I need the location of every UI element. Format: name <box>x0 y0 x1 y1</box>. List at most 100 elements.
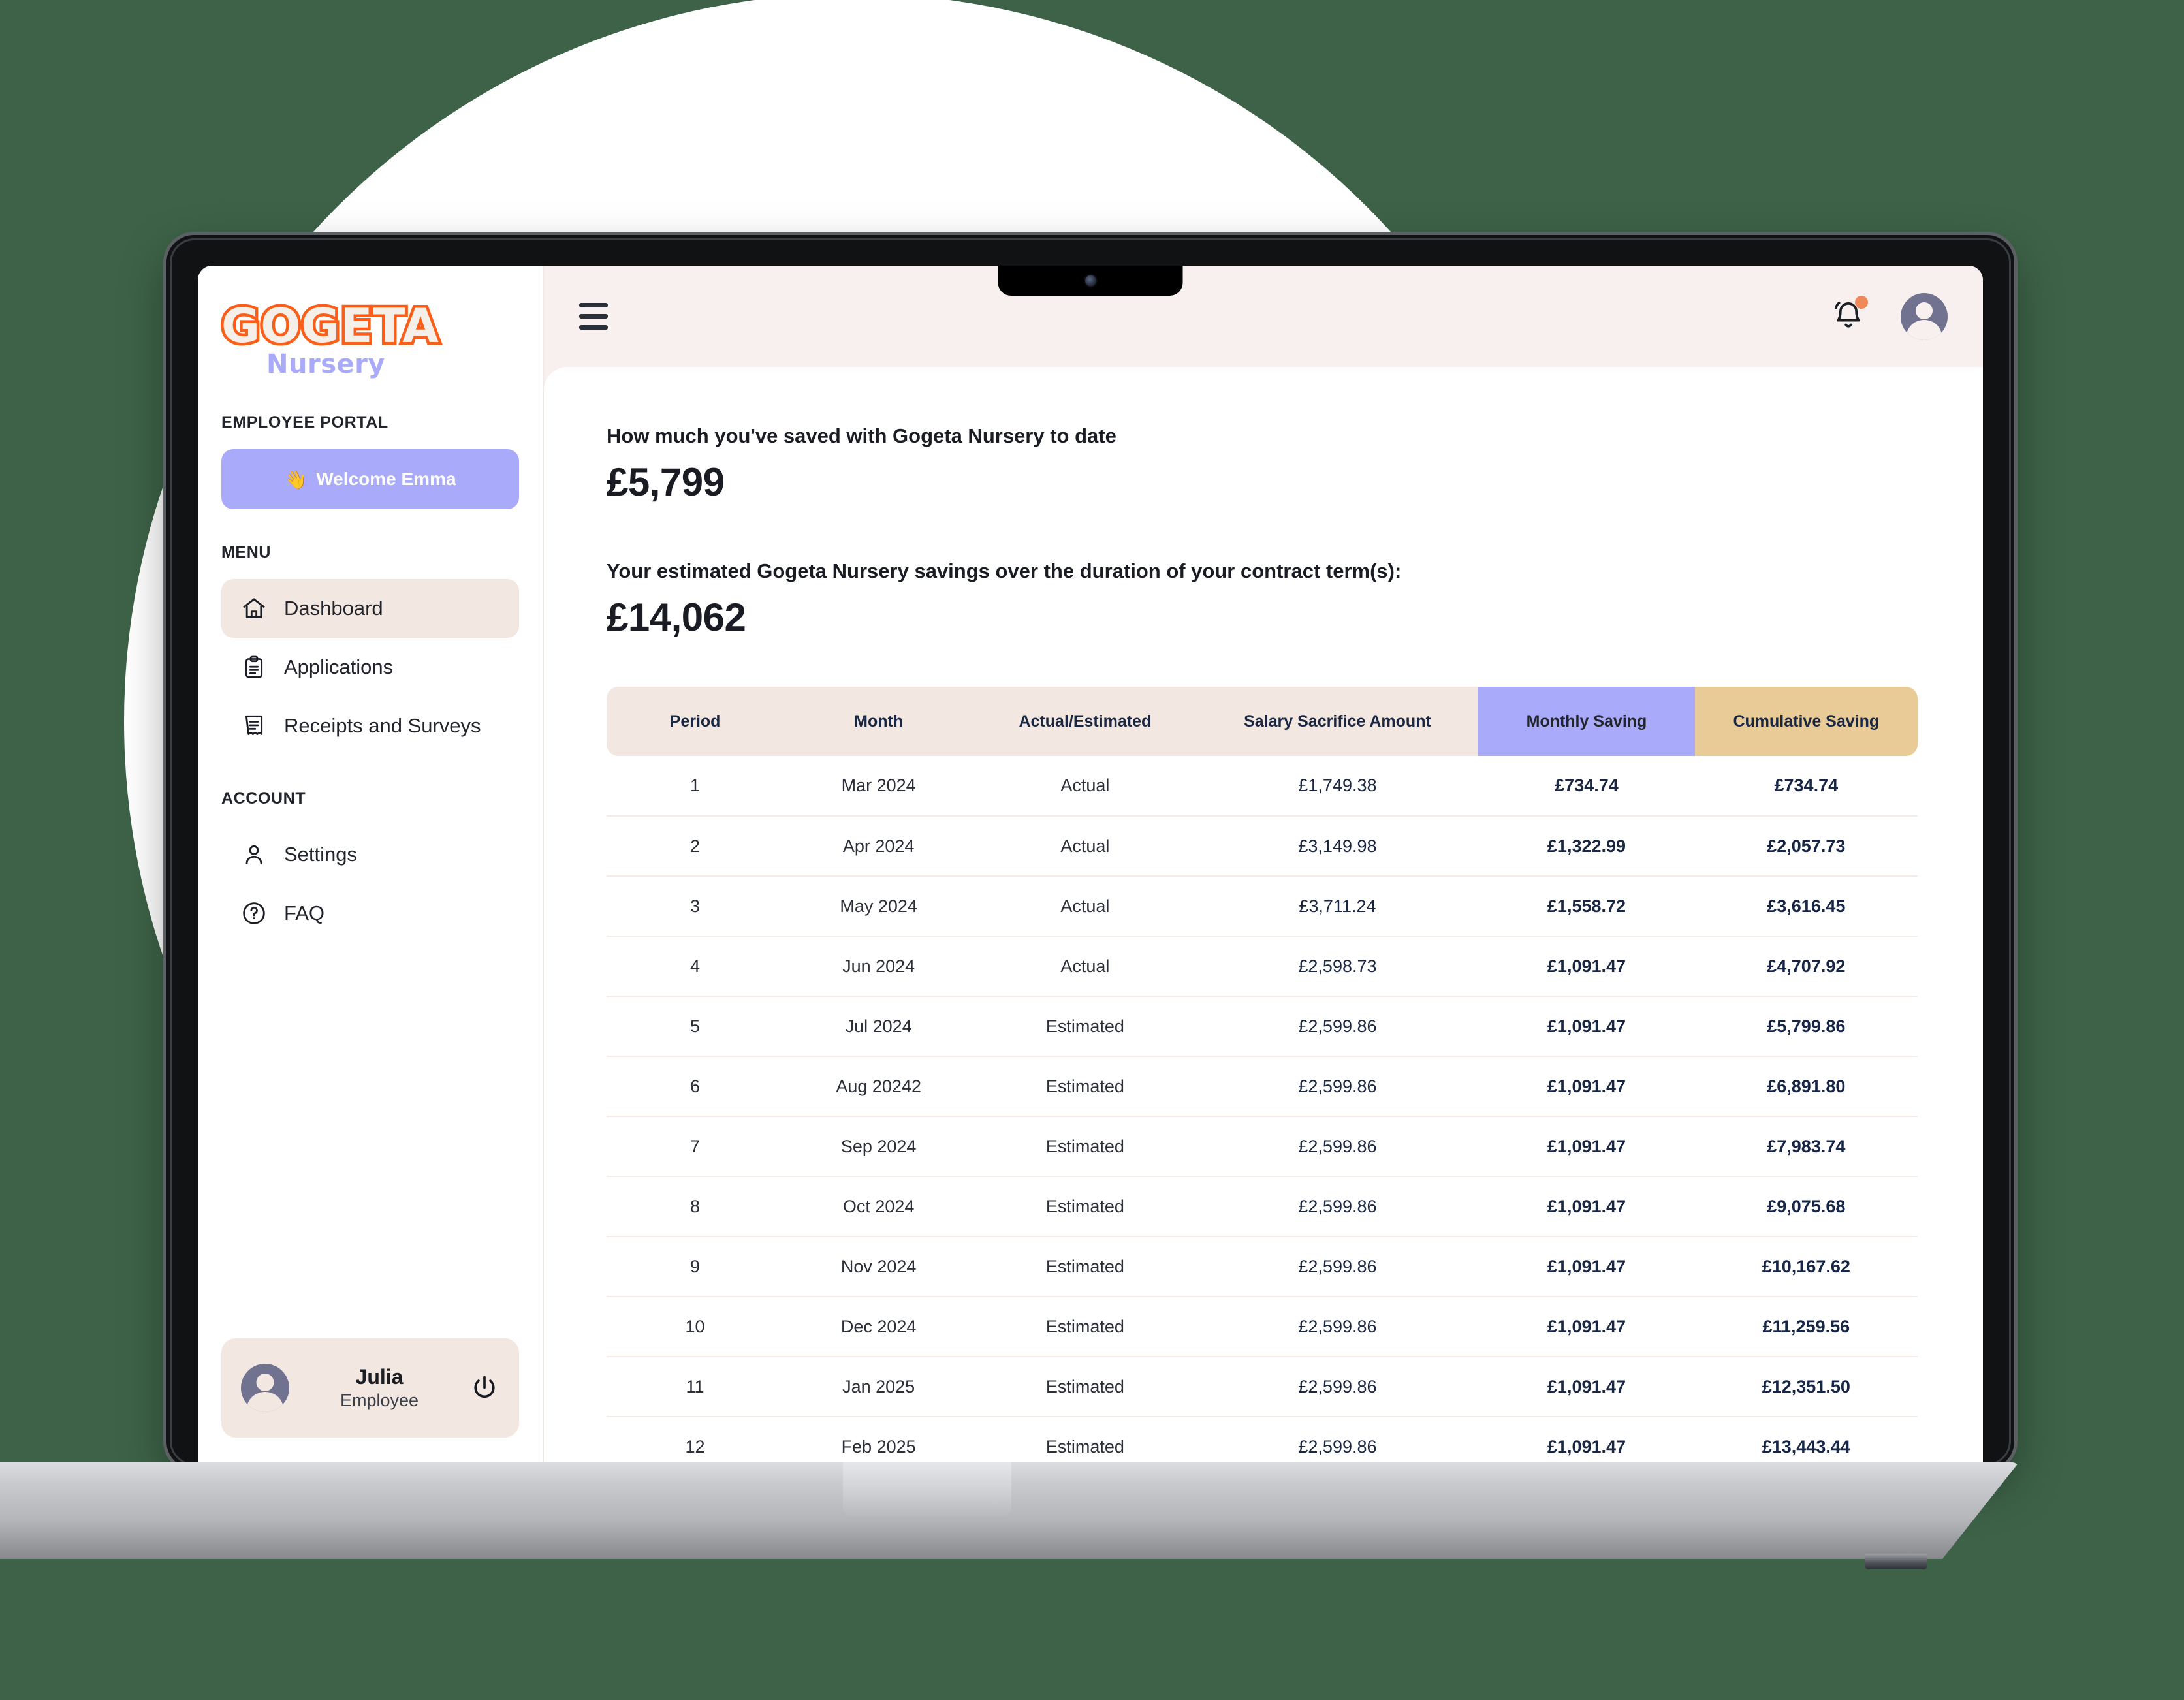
cell-period: 2 <box>607 816 784 877</box>
cell-salary-sacrifice: £2,599.86 <box>1298 1437 1377 1456</box>
sidebar-item-receipts-and-surveys[interactable]: Receipts and Surveys <box>221 697 519 755</box>
table-row: 7 Sep 2024 Estimated £2,599.86 £1,091.47 £7,9… <box>607 1116 1918 1177</box>
cell-salary-sacrifice: £2,599.86 <box>1196 1236 1479 1297</box>
cell-salary-sacrifice: £3,711.24 <box>1196 876 1479 937</box>
avatar-icon <box>241 1364 289 1412</box>
receipt-icon <box>245 716 263 736</box>
power-icon[interactable] <box>469 1373 499 1403</box>
cell-salary-sacrifice: £2,599.86 <box>1196 1056 1479 1117</box>
col-actual-estimated[interactable]: Actual/Estimated <box>973 687 1197 756</box>
cell-cumulative-saving: £6,891.80 <box>1694 1056 1918 1117</box>
table-row: 5 Jul 2024 Estimated £2,599.86 £1,091.47 £5,7… <box>607 996 1918 1057</box>
cell-month: Oct 2024 <box>783 1176 974 1237</box>
user-name: Julia <box>355 1365 404 1389</box>
table-row: 9 Nov 2024 Estimated £2,599.86 £1,091.47 £10,… <box>607 1236 1918 1297</box>
cell-cumulative-saving: £4,707.92 <box>1694 936 1918 997</box>
employee-portal-label: EMPLOYEE PORTAL <box>221 413 388 432</box>
cell-salary-sacrifice: £2,599.86 <box>1196 1116 1479 1177</box>
cell-month: Jan 2025 <box>783 1357 974 1417</box>
cell-period: 3 <box>607 876 784 937</box>
col-cumulative-saving[interactable]: Cumulative Saving <box>1694 687 1918 756</box>
cell-period: 8 <box>607 1176 784 1237</box>
cell-month: Dec 2024 <box>783 1297 974 1357</box>
sidebar-item-label: Dashboard <box>284 597 383 620</box>
sidebar-item-label: Receipts and Surveys <box>284 714 481 738</box>
brand-logo[interactable]: GOGETA Nursery <box>198 289 543 379</box>
cell-actual-estimated: Estimated <box>973 1056 1197 1117</box>
cell-monthly-saving: £1,091.47 <box>1478 1297 1695 1357</box>
col-period[interactable]: Period <box>607 687 784 756</box>
cell-period: 12 <box>685 1437 705 1456</box>
col-salary-sacrifice-amount[interactable]: Salary Sacrifice Amount <box>1196 687 1479 756</box>
cell-period: 1 <box>607 756 784 817</box>
user-role: Employee <box>340 1391 419 1410</box>
sidebar-user-card[interactable]: Julia Employee <box>221 1338 519 1438</box>
table-row: 12 Feb 2025 Estimated £2,599.86 £1,091.47 £13… <box>607 1417 1918 1469</box>
table-row: 11 Jan 2025 Estimated £2,599.86 £1,091.47 £12… <box>607 1357 1918 1417</box>
cell-salary-sacrifice: £2,599.86 <box>1196 996 1479 1057</box>
cell-actual-estimated: Actual <box>973 816 1197 877</box>
home-icon <box>243 598 265 619</box>
cell-monthly-saving: £734.74 <box>1478 756 1695 817</box>
cell-salary-sacrifice: £2,598.73 <box>1196 936 1479 997</box>
laptop-foot-right <box>1865 1554 1927 1569</box>
cell-cumulative-saving: £3,616.45 <box>1694 876 1918 937</box>
table-row: 3 May 2024 Actual £3,711.24 £1,558.72 £3,616.… <box>607 876 1918 937</box>
col-monthly-saving[interactable]: Monthly Saving <box>1478 687 1695 756</box>
cell-actual-estimated: Estimated <box>973 1297 1197 1357</box>
sidebar-item-dashboard[interactable]: Dashboard <box>221 579 519 638</box>
topbar-avatar[interactable] <box>1901 292 1948 340</box>
table-row: 8 Oct 2024 Estimated £2,599.86 £1,091.47 £9,0… <box>607 1176 1918 1237</box>
laptop-screen: GOGETA Nursery EMPLOYEE PORTAL 👋 Welcome… <box>198 266 1983 1469</box>
hamburger-icon[interactable] <box>579 303 608 330</box>
cell-month: Mar 2024 <box>783 756 974 817</box>
user-meta: Julia Employee <box>305 1365 454 1411</box>
question-circle-icon <box>243 902 265 925</box>
sidebar-item-applications[interactable]: Applications <box>221 638 519 697</box>
cell-month: May 2024 <box>783 876 974 937</box>
cell-cumulative-saving: £2,057.73 <box>1694 816 1918 877</box>
cell-monthly-saving: £1,091.47 <box>1478 1116 1695 1177</box>
cell-month: Sep 2024 <box>783 1116 974 1177</box>
laptop-base <box>0 1462 2019 1572</box>
hamburger-bar <box>579 314 608 319</box>
cell-actual-estimated: Actual <box>973 756 1197 817</box>
cell-actual-estimated: Estimated <box>973 1236 1197 1297</box>
savings-table: Period Month Actual/Estimated Salary Sac… <box>607 687 1918 1469</box>
cell-actual-estimated: Estimated <box>973 1116 1197 1177</box>
laptop-mockup: GOGETA Nursery EMPLOYEE PORTAL 👋 Welcome… <box>166 235 2014 1469</box>
cell-actual-estimated: Actual <box>973 936 1197 997</box>
cell-salary-sacrifice: £3,149.98 <box>1196 816 1479 877</box>
col-month[interactable]: Month <box>783 687 974 756</box>
cell-actual-estimated: Actual <box>973 876 1197 937</box>
hamburger-bar <box>579 325 608 330</box>
cell-monthly-saving: £1,558.72 <box>1478 876 1695 937</box>
cell-monthly-saving: £1,091.47 <box>1478 996 1695 1057</box>
kpi-saved-to-date: How much you've saved with Gogeta Nurser… <box>607 424 1918 505</box>
main-area: How much you've saved with Gogeta Nurser… <box>544 266 1983 1469</box>
notification-badge <box>1855 296 1868 309</box>
cell-month: Aug 20242 <box>783 1056 974 1117</box>
cell-period: 4 <box>607 936 784 997</box>
cell-cumulative-saving: £10,167.62 <box>1694 1236 1918 1297</box>
cell-cumulative-saving: £7,983.74 <box>1694 1116 1918 1177</box>
table-row: 2 Apr 2024 Actual £3,149.98 £1,322.99 £2,057.… <box>607 816 1918 877</box>
table-row: 4 Jun 2024 Actual £2,598.73 £1,091.47 £4,707.… <box>607 936 1918 997</box>
cell-monthly-saving: £1,091.47 <box>1478 1357 1695 1417</box>
cell-monthly-saving: £1,091.47 <box>1478 1236 1695 1297</box>
table-row: 1 Mar 2024 Actual £1,749.38 £734.74 £734.74 <box>607 756 1918 817</box>
table-row: 10 Dec 2024 Estimated £2,599.86 £1,091.47 £11… <box>607 1297 1918 1357</box>
savings-table-head: Period Month Actual/Estimated Salary Sac… <box>607 687 1918 756</box>
person-icon <box>245 845 262 865</box>
clipboard-icon <box>245 655 263 678</box>
notifications-button[interactable] <box>1831 296 1868 335</box>
sidebar-item-faq[interactable]: FAQ <box>221 884 519 943</box>
welcome-banner[interactable]: 👋 Welcome Emma <box>221 449 519 510</box>
cell-cumulative-saving: £9,075.68 <box>1694 1176 1918 1237</box>
wave-icon: 👋 <box>284 469 308 490</box>
sidebar-item-settings[interactable]: Settings <box>221 825 519 884</box>
cell-actual-estimated: Estimated <box>973 1176 1197 1237</box>
cell-actual-estimated: Estimated <box>1045 1437 1124 1456</box>
sidebar-item-label: Settings <box>284 843 358 866</box>
